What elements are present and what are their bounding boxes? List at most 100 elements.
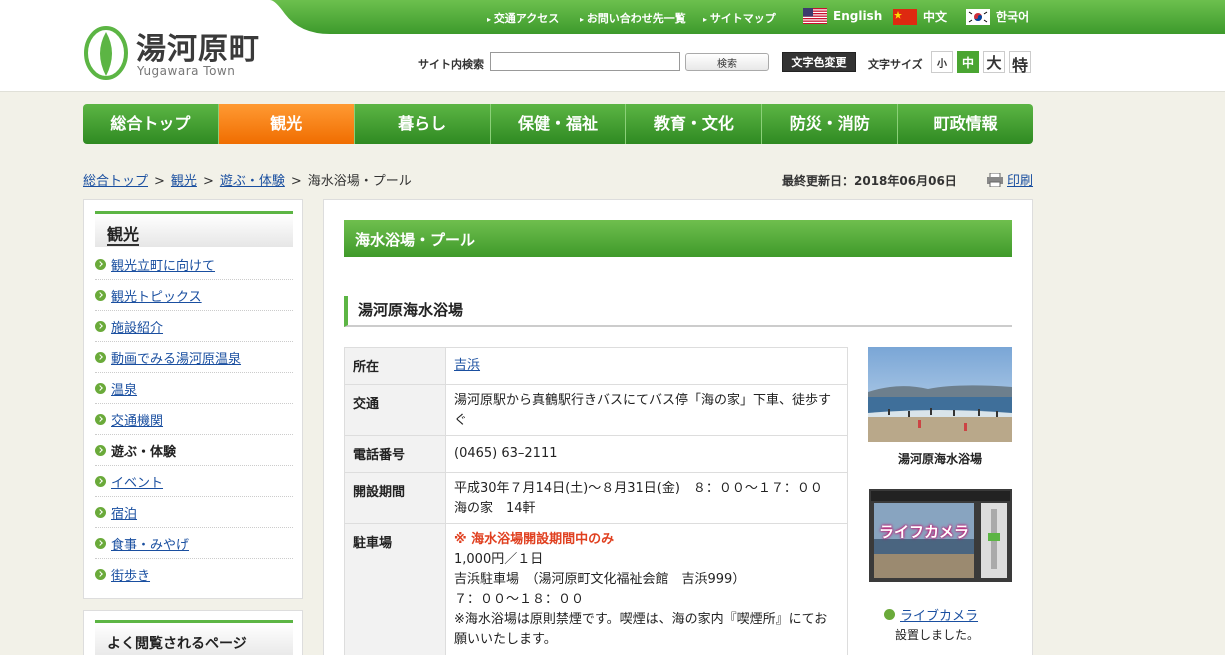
text-color-button[interactable]: 文字色変更	[782, 52, 856, 72]
header: 交通アクセス お問い合わせ先一覧 サイトマップ English 中文 한국어	[0, 0, 1225, 92]
us-flag-icon	[803, 8, 827, 24]
nav-item-health[interactable]: 保健・福祉	[491, 104, 627, 144]
livecam-note: 設置しました。	[895, 628, 980, 642]
breadcrumb-link-tourism[interactable]: 観光	[171, 174, 197, 189]
sidebar-item-label: 観光立町に向けて	[111, 258, 216, 274]
table-header: 所在	[344, 347, 446, 385]
logo-english-text: Yugawara Town	[137, 64, 236, 78]
arrow-bullet-icon	[95, 413, 106, 425]
sidebar-item-label: 街歩き	[111, 569, 151, 584]
top-link-contact[interactable]: お問い合わせ先一覧	[580, 10, 686, 26]
breadcrumb-current: 海水浴場・プール	[307, 174, 412, 189]
table-row: 電話番号 (0465) 63–2111	[344, 435, 848, 473]
arrow-bullet-icon	[95, 569, 106, 580]
breadcrumb-link-top[interactable]: 総合トップ	[83, 174, 148, 189]
top-link-access[interactable]: 交通アクセス	[487, 10, 559, 26]
lang-english[interactable]: English	[803, 8, 882, 24]
sidebar-item-topics[interactable]: 観光トピックス	[95, 280, 293, 311]
parking-hours: ７：００〜１８：００	[454, 592, 585, 607]
table-header: 駐車場	[344, 523, 446, 655]
beach-photo-caption: 湯河原海水浴場	[897, 452, 982, 466]
location-link[interactable]: 吉浜	[454, 358, 480, 373]
font-size-small-button[interactable]: 小	[931, 51, 953, 73]
printer-icon	[987, 172, 1003, 187]
arrow-bullet-icon	[884, 609, 895, 620]
sidebar: 観光 観光立町に向けて 観光トピックス 施設紹介 動画でみる湯河原温泉 温泉 交…	[83, 199, 303, 599]
sidebar-item-label: 観光トピックス	[111, 289, 202, 305]
table-cell: 平成30年７月14日(土)〜８月31日(金) ８：００〜１７：００ 海の家 14…	[445, 472, 848, 524]
sidebar-item-label: イベント	[111, 475, 164, 491]
table-cell: 吉浜	[445, 347, 848, 385]
breadcrumb-separator: >	[202, 174, 214, 189]
lang-chinese[interactable]: 中文	[893, 8, 947, 25]
sidebar-item-food[interactable]: 食事・みやげ	[95, 528, 293, 559]
sidebar-item-transport[interactable]: 交通機関	[95, 404, 293, 435]
arrow-bullet-icon	[95, 506, 106, 518]
section-title: 湯河原海水浴場	[344, 296, 1012, 327]
search-input[interactable]	[490, 52, 680, 71]
sidebar-item-walking[interactable]: 街歩き	[95, 559, 293, 590]
main-content: 海水浴場・プール 湯河原海水浴場 所在 吉浜 交通 湯河原駅から真鶴駅行きバスに…	[323, 199, 1033, 655]
arrow-bullet-icon	[95, 537, 106, 549]
sidebar-item-label: 温泉	[111, 382, 138, 398]
nav-item-tourism[interactable]: 観光	[218, 104, 355, 144]
print-label: 印刷	[1007, 174, 1034, 189]
popular-pages-title: よく閲覧されるページ	[95, 620, 293, 655]
lang-korean-label: 한국어	[996, 10, 1030, 24]
font-size-label: 文字サイズ	[868, 58, 923, 71]
table-row: 開設期間 平成30年７月14日(土)〜８月31日(金) ８：００〜１７：００ 海…	[344, 472, 848, 524]
arrow-bullet-icon	[95, 258, 106, 270]
arrow-bullet-icon	[95, 289, 106, 301]
table-header: 電話番号	[344, 435, 446, 473]
arrow-bullet-icon	[95, 444, 106, 456]
table-header: 開設期間	[344, 472, 446, 524]
nav-item-government[interactable]: 町政情報	[898, 104, 1033, 144]
breadcrumb-separator: >	[154, 174, 165, 189]
sidebar-item-lodging[interactable]: 宿泊	[95, 497, 293, 528]
global-nav: 総合トップ 観光 暮らし 保健・福祉 教育・文化 防災・消防 町政情報	[83, 104, 1033, 144]
search-label: サイト内検索	[418, 58, 484, 71]
sidebar-item-video[interactable]: 動画でみる湯河原温泉	[95, 342, 293, 373]
breadcrumb: 総合トップ > 観光 > 遊ぶ・体験 > 海水浴場・プール	[83, 170, 412, 189]
korea-flag-icon	[966, 8, 990, 25]
table-row: 所在 吉浜	[344, 347, 848, 385]
sidebar-item-play[interactable]: 遊ぶ・体験	[95, 435, 293, 466]
sidebar-item-facilities[interactable]: 施設紹介	[95, 311, 293, 342]
breadcrumb-separator: >	[290, 174, 302, 189]
lang-chinese-label: 中文	[923, 10, 948, 24]
smoking-note: ※海水浴場は原則禁煙です。喫煙は、海の家内『喫煙所』にてお願いいたします。	[454, 612, 828, 647]
livecam-link[interactable]: ライブカメラ	[884, 605, 978, 624]
site-logo[interactable]: 湯河原町 Yugawara Town	[84, 22, 284, 82]
sidebar-item-events[interactable]: イベント	[95, 466, 293, 497]
nav-item-education[interactable]: 教育・文化	[626, 104, 763, 144]
table-header: 交通	[344, 384, 446, 436]
table-cell: (0465) 63–2111	[445, 435, 848, 473]
livecam-overlay-text: ライフカメラ	[879, 523, 970, 541]
sidebar-item-policy[interactable]: 観光立町に向けて	[95, 249, 293, 280]
nav-item-top[interactable]: 総合トップ	[83, 104, 219, 144]
font-size-medium-button[interactable]: 中	[957, 51, 979, 73]
leaf-logo-icon	[84, 26, 128, 80]
livecam-thumbnail[interactable]: ライフカメラ	[869, 489, 1012, 582]
nav-item-living[interactable]: 暮らし	[355, 104, 491, 144]
nav-item-disaster[interactable]: 防災・消防	[762, 104, 899, 144]
sidebar-item-label: 遊ぶ・体験	[111, 444, 177, 460]
arrow-bullet-icon	[95, 382, 106, 394]
livecam-link-label: ライブカメラ	[900, 609, 979, 624]
period-dates: 平成30年７月14日(土)〜８月31日(金) ８：００〜１７：００	[454, 481, 823, 496]
sidebar-title-text: 観光	[107, 225, 140, 246]
breadcrumb-link-play[interactable]: 遊ぶ・体験	[220, 174, 285, 189]
sidebar-item-label: 施設紹介	[111, 320, 164, 336]
last-updated: 最終更新日：2018年06月06日	[782, 174, 957, 188]
lang-english-label: English	[833, 9, 883, 23]
print-link[interactable]: 印刷	[987, 170, 1033, 189]
table-cell: 湯河原駅から真鶴駅行きバスにてバス停「海の家」下車、徒歩すぐ	[445, 384, 848, 436]
font-size-large-button[interactable]: 大	[983, 51, 1005, 73]
search-button[interactable]: 検索	[685, 53, 769, 71]
beach-photo	[868, 347, 1012, 442]
parking-warning: ※ 海水浴場開設期間中のみ	[454, 532, 615, 547]
lang-korean[interactable]: 한국어	[966, 8, 1029, 25]
sidebar-item-onsen[interactable]: 温泉	[95, 373, 293, 404]
font-size-extra-button[interactable]: 特	[1009, 51, 1031, 75]
top-link-sitemap[interactable]: サイトマップ	[703, 10, 776, 26]
